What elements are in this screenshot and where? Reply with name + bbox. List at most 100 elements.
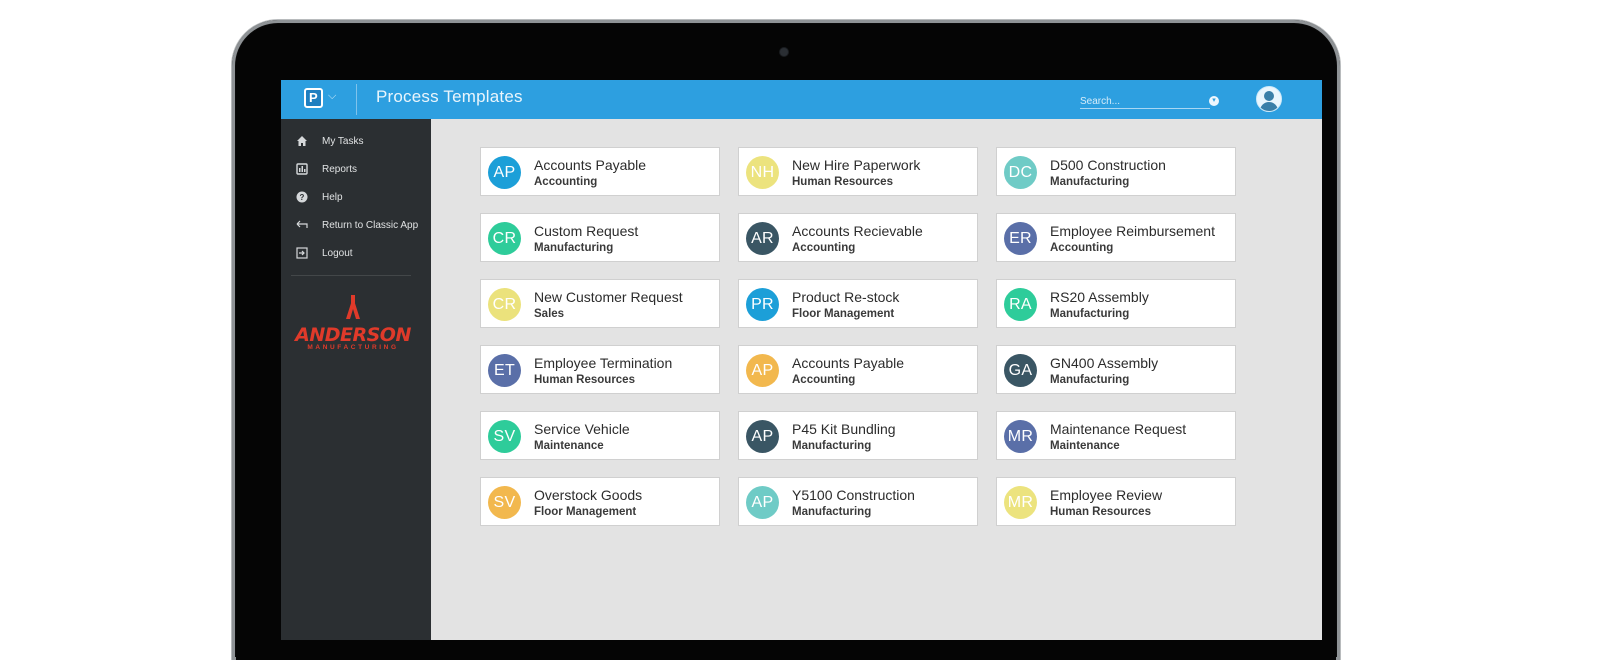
- template-name: Maintenance Request: [1050, 421, 1187, 437]
- template-card[interactable]: RA RS20 Assembly Manufacturing: [996, 279, 1236, 328]
- template-card[interactable]: SV Service Vehicle Maintenance: [480, 411, 720, 460]
- template-initials-avatar: AP: [488, 156, 521, 189]
- template-name: Accounts Payable: [534, 157, 647, 173]
- template-card[interactable]: MR Maintenance Request Maintenance: [996, 411, 1236, 460]
- sidebar-item-label: Logout: [322, 247, 353, 259]
- template-card[interactable]: GA GN400 Assembly Manufacturing: [996, 345, 1236, 394]
- template-department: Sales: [534, 308, 565, 320]
- template-department: Human Resources: [534, 374, 635, 386]
- template-name: New Customer Request: [534, 289, 683, 305]
- template-department: Manufacturing: [1050, 374, 1130, 386]
- template-name: D500 Construction: [1050, 157, 1166, 173]
- help-circle-icon: ?: [295, 191, 308, 204]
- template-initials-avatar: AP: [746, 486, 779, 519]
- template-initials-avatar: MR: [1004, 420, 1037, 453]
- template-name: RS20 Assembly: [1050, 289, 1149, 305]
- template-initials-avatar: ET: [488, 354, 521, 387]
- template-department: Manufacturing: [1050, 176, 1130, 188]
- user-avatar[interactable]: [1256, 86, 1282, 112]
- sidebar-item-label: Return to Classic App: [322, 219, 419, 231]
- template-initials-avatar: SV: [488, 420, 521, 453]
- template-department: Accounting: [792, 242, 856, 254]
- template-department: Floor Management: [534, 506, 637, 518]
- chevron-down-icon[interactable]: ⌵: [328, 90, 336, 103]
- template-name: GN400 Assembly: [1050, 355, 1159, 371]
- template-name: Y5100 Construction: [792, 487, 915, 503]
- webcam: [780, 48, 788, 56]
- template-card[interactable]: PR Product Re-stock Floor Management: [738, 279, 978, 328]
- sidebar-item-help[interactable]: ? Help: [295, 187, 343, 207]
- template-department: Floor Management: [792, 308, 895, 320]
- template-initials-avatar: SV: [488, 486, 521, 519]
- sidebar-item-label: Reports: [322, 163, 358, 175]
- header-divider: [356, 84, 357, 115]
- template-initials-avatar: CR: [488, 222, 521, 255]
- template-department: Human Resources: [1050, 506, 1151, 518]
- template-card[interactable]: AP P45 Kit Bundling Manufacturing: [738, 411, 978, 460]
- template-card[interactable]: DC D500 Construction Manufacturing: [996, 147, 1236, 196]
- template-initials-avatar: RA: [1004, 288, 1037, 321]
- sidebar-item-label: My Tasks: [322, 135, 364, 147]
- avatar-shoulders: [1260, 102, 1278, 111]
- template-department: Human Resources: [792, 176, 893, 188]
- template-name: New Hire Paperwork: [792, 157, 921, 173]
- template-card[interactable]: AP Y5100 Construction Manufacturing: [738, 477, 978, 526]
- template-name: Employee Review: [1050, 487, 1163, 503]
- template-department: Manufacturing: [1050, 308, 1130, 320]
- anderson-mark-icon: [346, 295, 360, 319]
- home-icon: [295, 135, 308, 148]
- template-card[interactable]: NH New Hire Paperwork Human Resources: [738, 147, 978, 196]
- page-title: Process Templates: [376, 87, 523, 106]
- template-card[interactable]: AR Accounts Recievable Accounting: [738, 213, 978, 262]
- template-department: Manufacturing: [792, 506, 872, 518]
- search-input[interactable]: [1080, 94, 1200, 107]
- template-name: Service Vehicle: [534, 421, 630, 437]
- avatar-head: [1264, 91, 1274, 101]
- app-logo-icon[interactable]: [304, 88, 323, 108]
- template-initials-avatar: AP: [746, 354, 779, 387]
- template-card[interactable]: ET Employee Termination Human Resources: [480, 345, 720, 394]
- template-department: Maintenance: [1050, 440, 1120, 452]
- bar-chart-icon: [295, 163, 308, 176]
- template-department: Accounting: [534, 176, 598, 188]
- search-field[interactable]: [1080, 91, 1210, 109]
- template-name: Employee Termination: [534, 355, 673, 371]
- sidebar-item-my-tasks[interactable]: My Tasks: [295, 131, 364, 151]
- template-card[interactable]: SV Overstock Goods Floor Management: [480, 477, 720, 526]
- template-initials-avatar: AP: [746, 420, 779, 453]
- template-department: Accounting: [792, 374, 856, 386]
- template-initials-avatar: AR: [746, 222, 779, 255]
- template-name: Accounts Payable: [792, 355, 905, 371]
- template-name: Employee Reimbursement: [1050, 223, 1215, 239]
- template-card[interactable]: MR Employee Review Human Resources: [996, 477, 1236, 526]
- template-name: P45 Kit Bundling: [792, 421, 896, 437]
- template-initials-avatar: MR: [1004, 486, 1037, 519]
- template-initials-avatar: GA: [1004, 354, 1037, 387]
- template-card[interactable]: AP Accounts Payable Accounting: [738, 345, 978, 394]
- sidebar-item-return-classic[interactable]: Return to Classic App: [295, 215, 418, 235]
- sidebar-divider: [291, 275, 411, 276]
- template-initials-avatar: CR: [488, 288, 521, 321]
- template-card[interactable]: AP Accounts Payable Accounting: [480, 147, 720, 196]
- svg-text:?: ?: [299, 193, 304, 202]
- sidebar: My Tasks Reports ? Help Return to Classi…: [281, 119, 431, 640]
- company-logo-subtitle: MANUFACTURING: [307, 344, 399, 351]
- template-name: Overstock Goods: [534, 487, 643, 503]
- template-card[interactable]: CR New Customer Request Sales: [480, 279, 720, 328]
- company-logo: ANDERSON MANUFACTURING: [293, 295, 413, 351]
- sidebar-item-logout[interactable]: Logout: [295, 243, 353, 263]
- template-department: Maintenance: [534, 440, 604, 452]
- logout-icon: [295, 247, 308, 260]
- template-card[interactable]: CR Custom Request Manufacturing: [480, 213, 720, 262]
- template-name: Product Re-stock: [792, 289, 900, 305]
- template-initials-avatar: NH: [746, 156, 779, 189]
- sidebar-item-reports[interactable]: Reports: [295, 159, 357, 179]
- template-department: Manufacturing: [534, 242, 614, 254]
- template-name: Accounts Recievable: [792, 223, 923, 239]
- sidebar-item-label: Help: [322, 191, 343, 203]
- template-card[interactable]: ER Employee Reimbursement Accounting: [996, 213, 1236, 262]
- search-dropdown-icon[interactable]: ▾: [1209, 96, 1219, 106]
- template-department: Accounting: [1050, 242, 1114, 254]
- template-initials-avatar: ER: [1004, 222, 1037, 255]
- app-screen: ⌵ Process Templates ▾ My Tasks Reports ?: [281, 80, 1322, 640]
